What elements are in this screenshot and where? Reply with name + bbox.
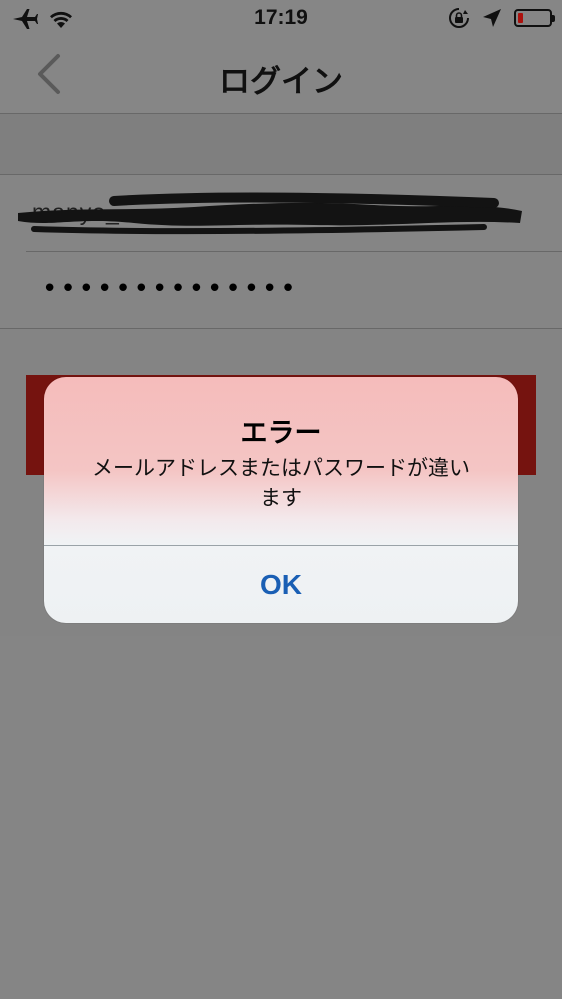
alert-title: エラー [240,418,322,449]
ok-button[interactable]: OK [44,546,518,623]
alert-message: メールアドレスまたはパスワードが違い ます [74,453,488,513]
alert-message-line2: ます [260,486,302,510]
error-alert: エラー メールアドレスまたはパスワードが違い ます OK [44,377,518,623]
alert-message-line1: メールアドレスまたはパスワードが違い [92,456,470,480]
